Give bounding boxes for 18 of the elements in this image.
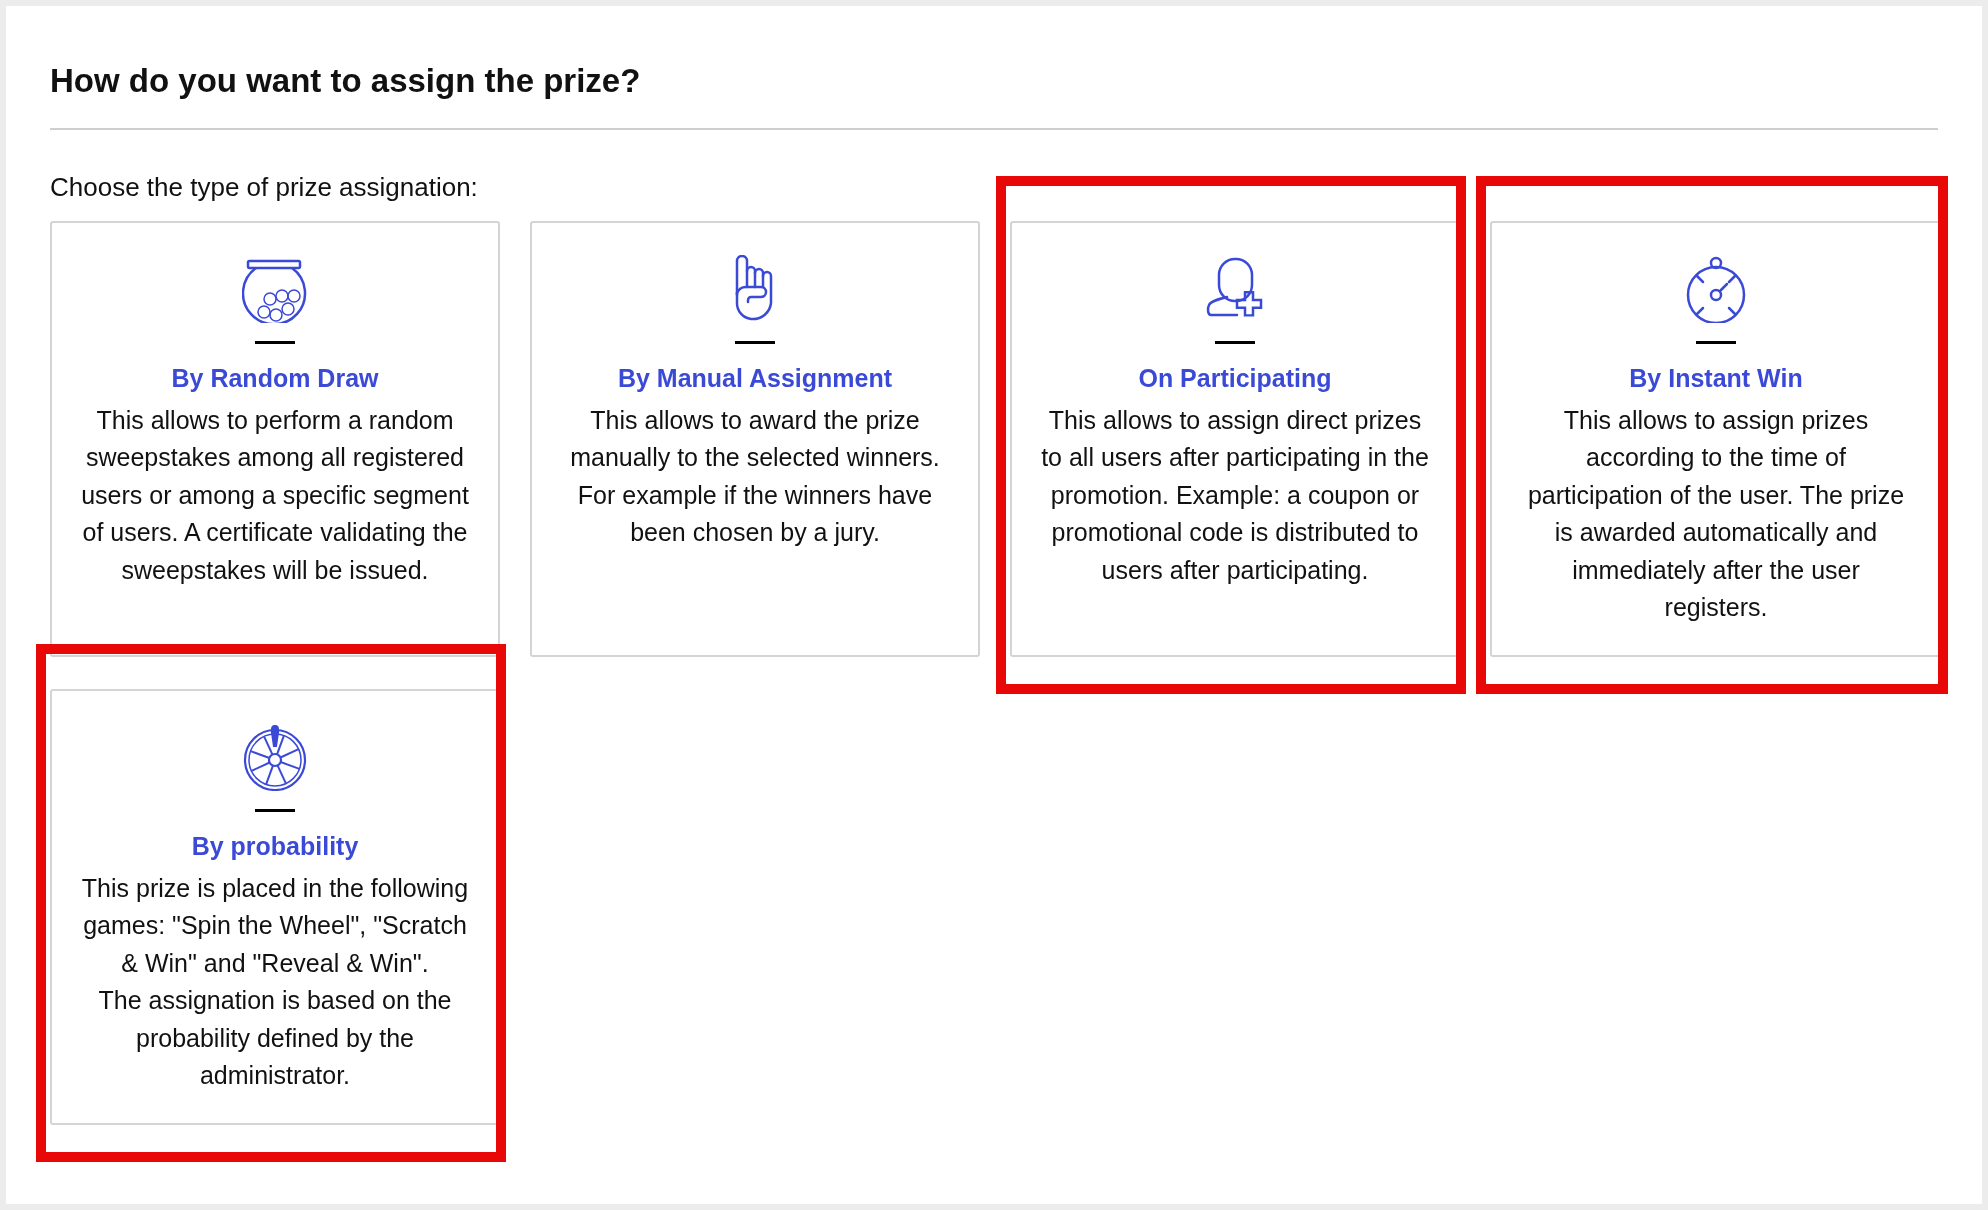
section-subtitle: Choose the type of prize assignation: [50,170,479,204]
stopwatch-icon [1685,254,1747,323]
option-description: This prize is placed in the following games: "Spin the Wheel", "Scratch & Win" and "Reveal & Win". [80,872,470,979]
page-heading: How do you want to assign the prize? [50,61,642,101]
option-card[interactable]: By Random Draw This allows to perform a random sweepstakes among all registered users or among a specific segment of users. A certificate validating the sweepstakes will be issued. [50,220,500,657]
option-title: By Manual Assignment [617,362,893,394]
option-title: On Participating [1138,362,1332,394]
option-description: This allows to assign prizes according to the time of participation of the user. The prize is awarded automatically and immediately after the user registers. [1526,404,1906,623]
option-description: This allows to award the prize manually to the selected winners. For example if the winners have been chosen by a jury. [569,404,941,548]
option-title: By Instant Win [1629,362,1803,394]
option-card[interactable]: By Manual Assignment This allows to award the prize manually to the selected winners. For example if the winners have been chosen by a jury. [530,220,980,657]
option-title: By Random Draw [171,362,379,394]
prize-wheel-icon [243,724,307,791]
option-description: The assignation is based on the probability defined by the administrator. [97,985,453,1091]
option-description: This allows to assign direct prizes to all users after participating in the promotion. Example: a coupon or promotional code is distributed to users after participating. [1040,404,1430,586]
option-title: By probability [191,830,359,862]
option-description: This allows to perform a random sweepstakes among all registered users or among a specific segment of users. A certificate validating the sweepstakes will be issued. [80,404,470,586]
jar-icon [242,258,308,323]
